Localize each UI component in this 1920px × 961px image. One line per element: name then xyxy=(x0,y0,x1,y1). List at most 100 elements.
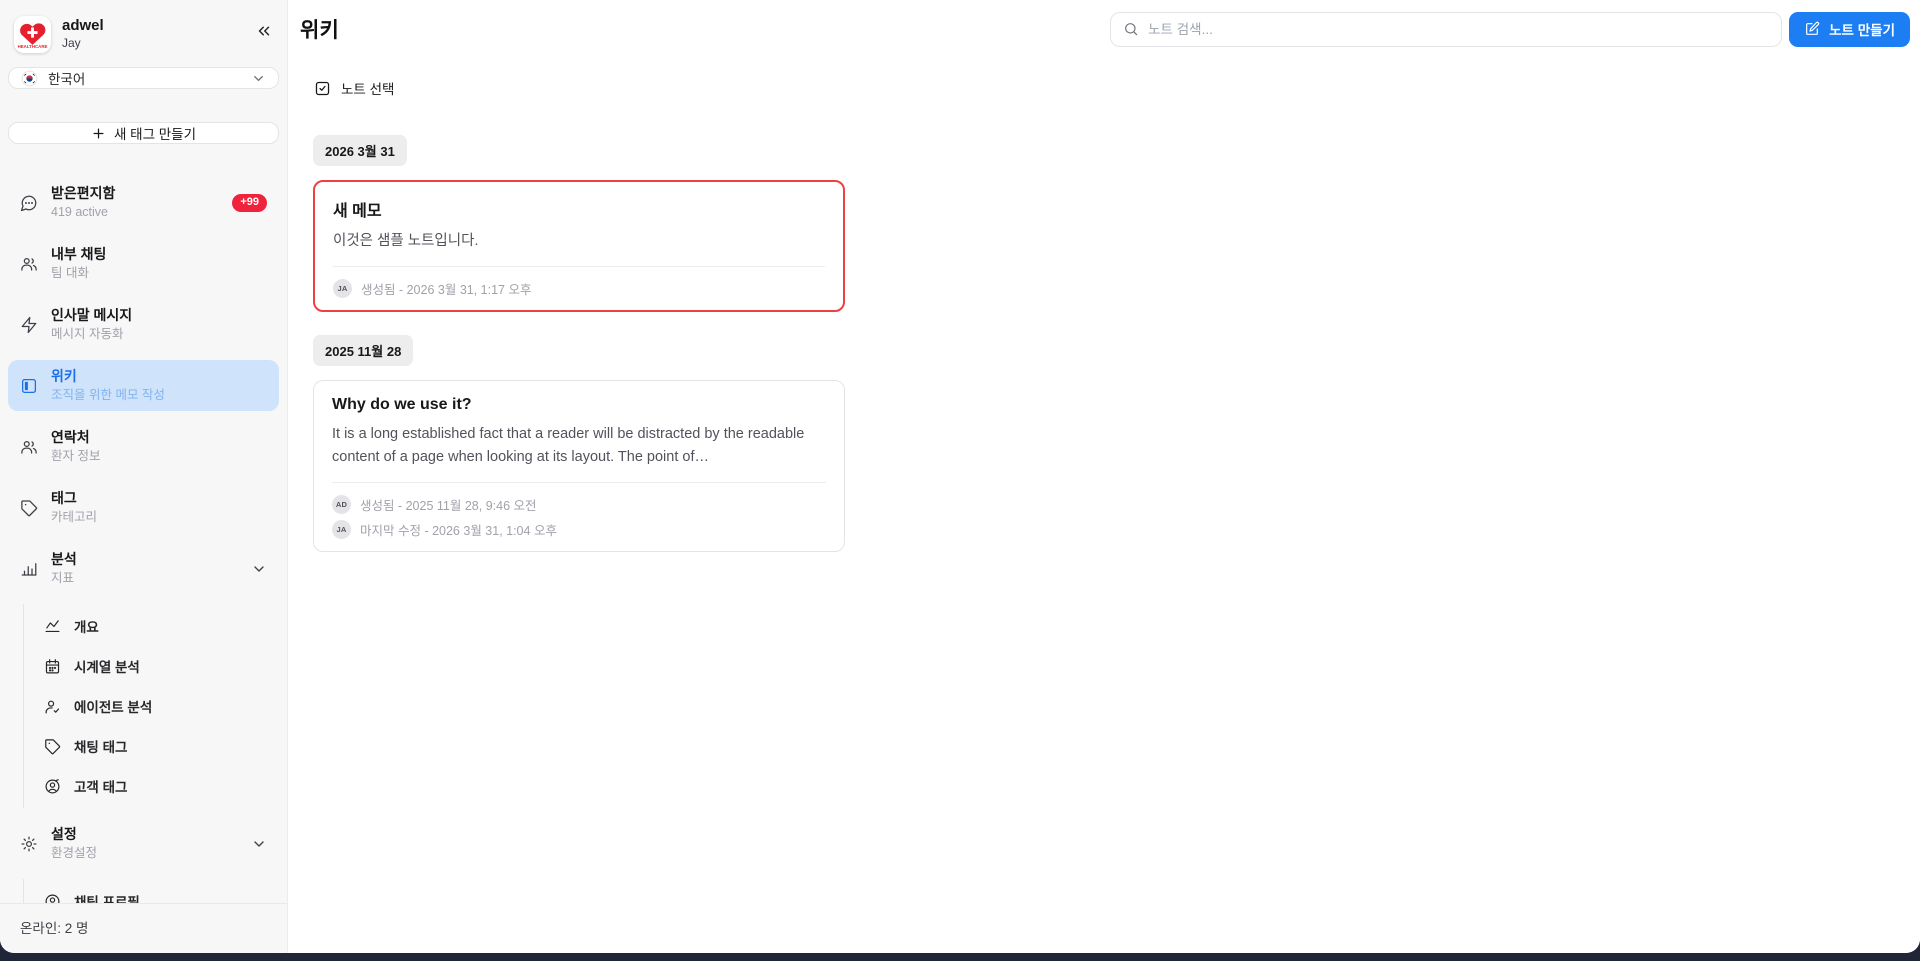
note-meta-text: 생성됨 - 2025 11월 28, 9:46 오전 xyxy=(360,499,537,513)
sidebar-item-label: 내부 채팅 xyxy=(51,246,107,262)
chevron-down-icon xyxy=(254,75,263,81)
create-note-button[interactable]: 노트 만들기 xyxy=(1789,11,1910,47)
sidebar-item-sublabel: 지표 xyxy=(51,571,75,585)
main-header: 위키 노트 만들기 xyxy=(300,0,1910,58)
sidebar-item-sublabel: 메시지 자동화 xyxy=(51,327,124,341)
submenu-item-label: 에이전트 분석 xyxy=(74,700,153,715)
settings-submenu: 채팅 프로필 xyxy=(23,879,279,903)
note-search xyxy=(1110,11,1783,47)
submenu-item-label: 개요 xyxy=(74,620,99,635)
chat-bubble-icon xyxy=(20,194,38,212)
page-title: 위키 xyxy=(300,19,340,42)
note-card[interactable]: Why do we use it? It is a long establish… xyxy=(313,380,845,552)
sidebar-item-sublabel: 환경설정 xyxy=(51,846,98,860)
chevron-down-icon xyxy=(254,840,264,847)
unread-count-badge: +99 xyxy=(232,193,267,212)
note-meta-row: JA 마지막 수정 - 2026 3월 31, 1:04 오후 xyxy=(332,517,826,542)
lightning-icon xyxy=(20,316,38,334)
note-card[interactable]: 새 메모 이것은 샘플 노트입니다. JA 생성됨 - 2026 3월 31, … xyxy=(313,180,845,312)
avatar: JA xyxy=(332,520,351,539)
submenu-item-timeseries[interactable]: 시계열 분석 xyxy=(44,646,279,686)
sidebar-item-sublabel: 팀 대화 xyxy=(51,266,89,280)
new-tag-button[interactable]: 새 태그 만들기 xyxy=(8,122,279,144)
select-notes-label: 노트 선택 xyxy=(341,82,395,97)
sidebar-item-sublabel: 419 active xyxy=(51,205,108,219)
sidebar-item-analytics[interactable]: 분석 지표 xyxy=(8,543,279,594)
sidebar-item-wiki[interactable]: 위키 조직을 위한 메모 작성 xyxy=(8,360,279,411)
note-group: 2026 3월 31 새 메모 이것은 샘플 노트입니다. JA 생성됨 - 2… xyxy=(300,98,1910,312)
sidebar-item-tags[interactable]: 태그 카테고리 xyxy=(8,482,279,533)
note-group: 2025 11월 28 Why do we use it? It is a lo… xyxy=(300,312,1910,552)
avatar: AD xyxy=(332,495,351,514)
app-logo: HEALTHCARE xyxy=(14,16,51,53)
new-tag-button-label: 새 태그 만들기 xyxy=(113,127,197,142)
sidebar-header: HEALTHCARE adwel Jay xyxy=(8,16,279,53)
submenu-item-chat-profile[interactable]: 채팅 프로필 xyxy=(44,881,279,903)
sidebar-item-contacts[interactable]: 연락처 환자 정보 xyxy=(8,421,279,472)
note-body: 이것은 샘플 노트입니다. xyxy=(333,233,479,249)
create-note-button-label: 노트 만들기 xyxy=(1829,23,1895,38)
submenu-item-label: 고객 태그 xyxy=(74,780,128,795)
app-window: HEALTHCARE adwel Jay 한국어 새 태그 만들기 받은편지함 … xyxy=(0,0,1920,953)
sidebar: HEALTHCARE adwel Jay 한국어 새 태그 만들기 받은편지함 … xyxy=(0,0,288,953)
submenu-item-label: 시계열 분석 xyxy=(74,660,140,675)
healthcare-heart-icon: HEALTHCARE xyxy=(18,23,47,49)
sidebar-item-sublabel: 카테고리 xyxy=(51,510,98,524)
submenu-item-chat-tags[interactable]: 채팅 태그 xyxy=(44,726,279,766)
note-meta-text: 생성됨 - 2026 3월 31, 1:17 오후 xyxy=(361,283,532,297)
note-search-input[interactable] xyxy=(1148,21,1770,37)
edit-icon xyxy=(1806,21,1820,35)
language-selector[interactable]: 한국어 xyxy=(8,67,279,89)
gear-icon xyxy=(20,835,38,853)
sidebar-item-label: 받은편지함 xyxy=(51,185,116,201)
online-status: 온라인: 2 명 xyxy=(0,903,287,953)
sidebar-item-sublabel: 조직을 위한 메모 작성 xyxy=(51,388,165,402)
divider xyxy=(332,482,826,483)
note-title: Why do we use it? xyxy=(332,396,472,413)
sidebar-item-inbox[interactable]: 받은편지함 419 active +99 xyxy=(8,177,279,228)
app-identity: adwel Jay xyxy=(62,16,104,50)
search-icon xyxy=(1123,21,1139,37)
sidebar-item-greeting-messages[interactable]: 인사말 메시지 메시지 자동화 xyxy=(8,299,279,350)
sidebar-item-label: 연락처 xyxy=(51,429,90,445)
select-notes-toggle[interactable]: 노트 선택 xyxy=(314,78,1910,98)
user-tag-icon xyxy=(44,778,61,795)
date-group-chip: 2025 11월 28 xyxy=(313,335,414,366)
sidebar-item-label: 인사말 메시지 xyxy=(51,307,133,323)
submenu-item-agent-analytics[interactable]: 에이전트 분석 xyxy=(44,686,279,726)
note-body: It is a long established fact that a rea… xyxy=(332,426,805,465)
app-name: adwel xyxy=(62,17,104,34)
user-check-icon xyxy=(44,698,61,715)
submenu-item-overview[interactable]: 개요 xyxy=(44,606,279,646)
avatar: JA xyxy=(333,279,352,298)
tag-icon xyxy=(20,499,38,517)
calendar-icon xyxy=(44,658,61,675)
note-meta-row: JA 생성됨 - 2026 3월 31, 1:17 오후 xyxy=(333,276,825,301)
note-title: 새 메모 xyxy=(333,203,382,220)
divider xyxy=(333,266,825,267)
wiki-panel-icon xyxy=(20,377,38,395)
tag-icon xyxy=(44,738,61,755)
sidebar-content: HEALTHCARE adwel Jay 한국어 새 태그 만들기 받은편지함 … xyxy=(0,0,287,903)
language-selected-label: 한국어 xyxy=(48,72,86,87)
main-content: 위키 노트 만들기 노트 선택 2026 3월 31 새 메모 xyxy=(288,0,1920,953)
sidebar-item-label: 설정 xyxy=(51,826,77,842)
sidebar-item-label: 위키 xyxy=(51,368,77,384)
submenu-item-label: 채팅 태그 xyxy=(74,740,128,755)
sidebar-collapse-button[interactable] xyxy=(255,22,273,43)
korean-flag-icon xyxy=(21,70,38,86)
sidebar-item-settings[interactable]: 설정 환경설정 xyxy=(8,818,279,869)
chevron-down-icon xyxy=(254,565,264,572)
checkbox-checked-icon xyxy=(314,80,331,97)
analytics-submenu: 개요 시계열 분석 에이전트 분석 채팅 태그 고객 태그 xyxy=(23,604,279,808)
user-circle-icon xyxy=(44,893,61,903)
users-icon xyxy=(20,255,38,273)
current-user-name: Jay xyxy=(62,36,81,50)
sidebar-item-sublabel: 환자 정보 xyxy=(51,449,101,463)
note-meta-row: AD 생성됨 - 2025 11월 28, 9:46 오전 xyxy=(332,492,826,517)
submenu-item-label: 채팅 프로필 xyxy=(74,895,140,903)
submenu-item-customer-tags[interactable]: 고객 태그 xyxy=(44,766,279,806)
sidebar-item-internal-chat[interactable]: 내부 채팅 팀 대화 xyxy=(8,238,279,289)
window-bottom-edge xyxy=(0,953,1920,961)
bar-chart-icon xyxy=(20,560,38,578)
